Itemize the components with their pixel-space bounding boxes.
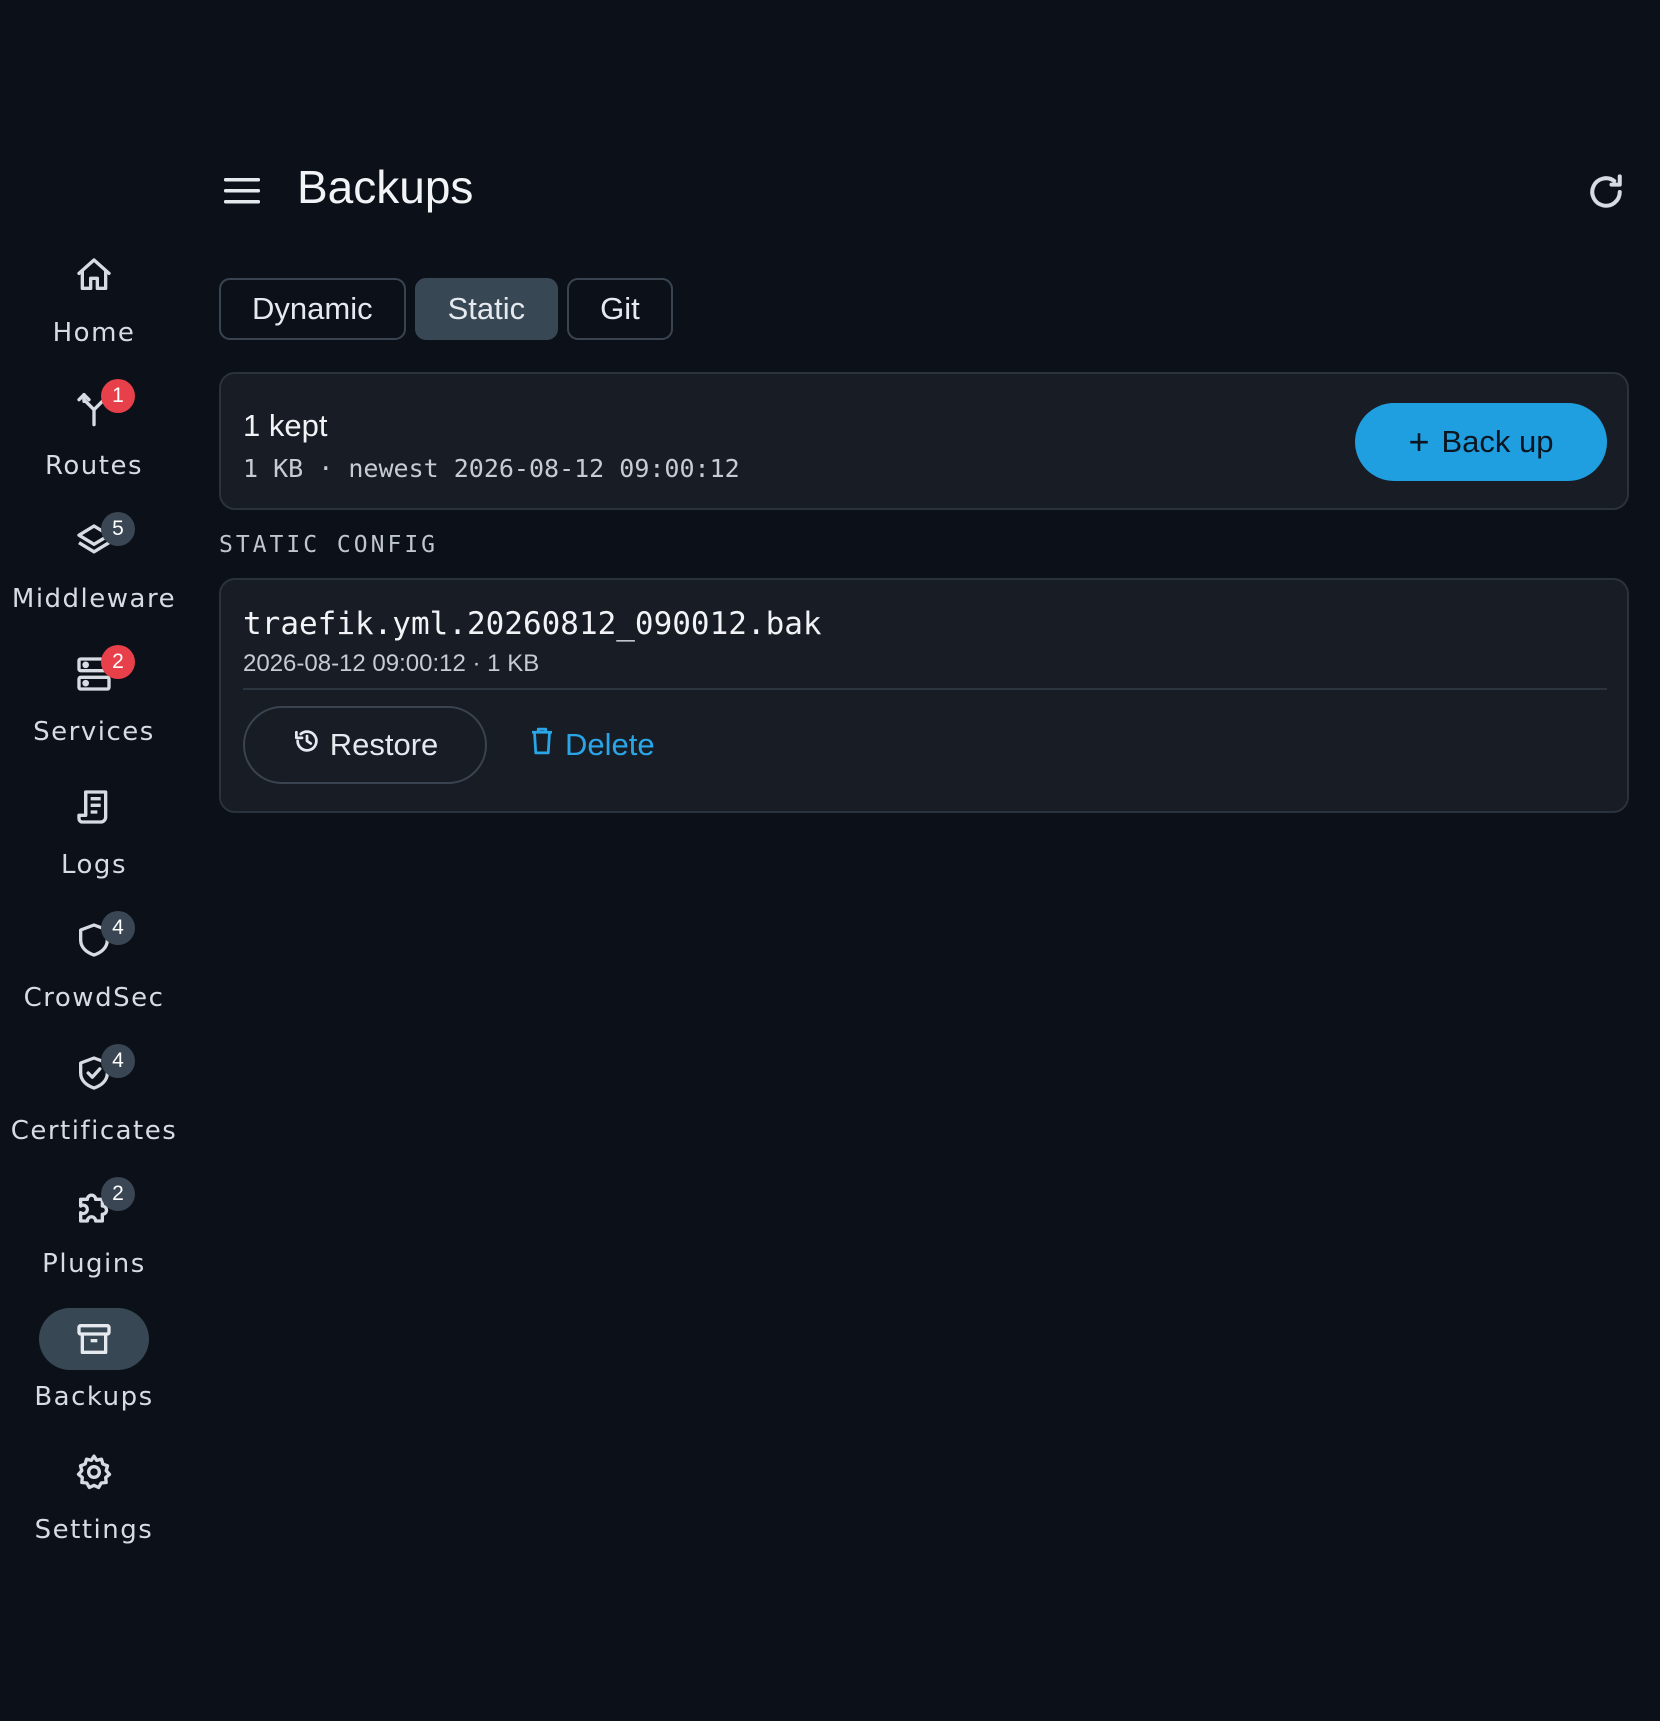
sidebar-nav: Home 1 Routes 5 Middleware 2 Services Lo… (0, 240, 188, 1570)
sidebar-item-label: Services (33, 717, 155, 747)
sidebar-item-settings[interactable]: Settings (0, 1437, 188, 1570)
backup-type-tabs: Dynamic Static Git (219, 278, 673, 340)
backup-file-name: traefik.yml.20260812_090012.bak (243, 606, 822, 642)
delete-button[interactable]: Delete (529, 706, 655, 784)
sidebar-item-backups[interactable]: Backups (0, 1304, 188, 1437)
sidebar-item-label: Home (52, 318, 136, 348)
home-icon (74, 255, 114, 295)
nav-icon-wrap: 2 (39, 1175, 149, 1237)
sidebar-item-label: Logs (61, 850, 127, 880)
history-icon (292, 726, 322, 764)
archive-icon (74, 1319, 114, 1359)
services-badge: 2 (101, 645, 135, 679)
logs-icon (74, 787, 114, 827)
sidebar-item-label: Routes (44, 451, 144, 481)
app-root: Home 1 Routes 5 Middleware 2 Services Lo… (0, 0, 1660, 1721)
nav-icon-wrap (39, 1308, 149, 1370)
sidebar-item-crowdsec[interactable]: 4 CrowdSec (0, 905, 188, 1038)
middleware-badge: 5 (101, 512, 135, 546)
sidebar-item-label: Plugins (42, 1249, 146, 1279)
nav-icon-wrap: 1 (39, 377, 149, 439)
sidebar-item-plugins[interactable]: 2 Plugins (0, 1171, 188, 1304)
backup-file-meta: 2026-08-12 09:00:12 · 1 KB (243, 650, 540, 677)
sidebar-item-label: CrowdSec (23, 983, 165, 1013)
crowdsec-badge: 4 (101, 911, 135, 945)
backup-file-card: traefik.yml.20260812_090012.bak 2026-08-… (219, 578, 1629, 813)
back-up-button-label: Back up (1441, 424, 1554, 459)
routes-badge: 1 (101, 379, 135, 413)
page-title: Backups (297, 161, 474, 213)
sidebar-item-services[interactable]: 2 Services (0, 639, 188, 772)
sidebar-item-routes[interactable]: 1 Routes (0, 373, 188, 506)
nav-icon-wrap (39, 776, 149, 838)
section-label: STATIC CONFIG (219, 532, 439, 558)
sidebar-item-label: Middleware (11, 584, 177, 614)
back-up-button[interactable]: + Back up (1355, 403, 1607, 481)
hamburger-menu-icon[interactable] (220, 172, 264, 212)
backup-summary-card: 1 kept 1 KB · newest 2026-08-12 09:00:12… (219, 372, 1629, 510)
gear-icon (74, 1452, 114, 1492)
backup-count: 1 kept (243, 408, 328, 443)
sidebar-item-label: Certificates (10, 1116, 178, 1146)
tab-git[interactable]: Git (567, 278, 673, 340)
nav-icon-wrap (39, 244, 149, 306)
sidebar-item-home[interactable]: Home (0, 240, 188, 373)
sidebar-item-certificates[interactable]: 4 Certificates (0, 1038, 188, 1171)
divider (243, 688, 1607, 690)
restore-button[interactable]: Restore (243, 706, 487, 784)
sidebar-item-label: Backups (34, 1382, 154, 1412)
backup-summary-meta: 1 KB · newest 2026-08-12 09:00:12 (243, 454, 740, 483)
tab-dynamic[interactable]: Dynamic (219, 278, 406, 340)
sidebar-item-label: Settings (34, 1515, 154, 1545)
tab-static[interactable]: Static (414, 278, 559, 340)
nav-icon-wrap: 5 (39, 510, 149, 572)
nav-icon-wrap: 2 (39, 643, 149, 705)
certificates-badge: 4 (101, 1044, 135, 1078)
plus-icon: + (1408, 421, 1430, 462)
nav-icon-wrap: 4 (39, 909, 149, 971)
nav-icon-wrap (39, 1441, 149, 1503)
plugins-badge: 2 (101, 1177, 135, 1211)
nav-icon-wrap: 4 (39, 1042, 149, 1104)
sidebar-item-middleware[interactable]: 5 Middleware (0, 506, 188, 639)
delete-button-label: Delete (565, 727, 655, 762)
sidebar-item-logs[interactable]: Logs (0, 772, 188, 905)
trash-icon (529, 726, 555, 764)
restore-button-label: Restore (329, 727, 439, 762)
refresh-icon[interactable] (1584, 170, 1628, 214)
